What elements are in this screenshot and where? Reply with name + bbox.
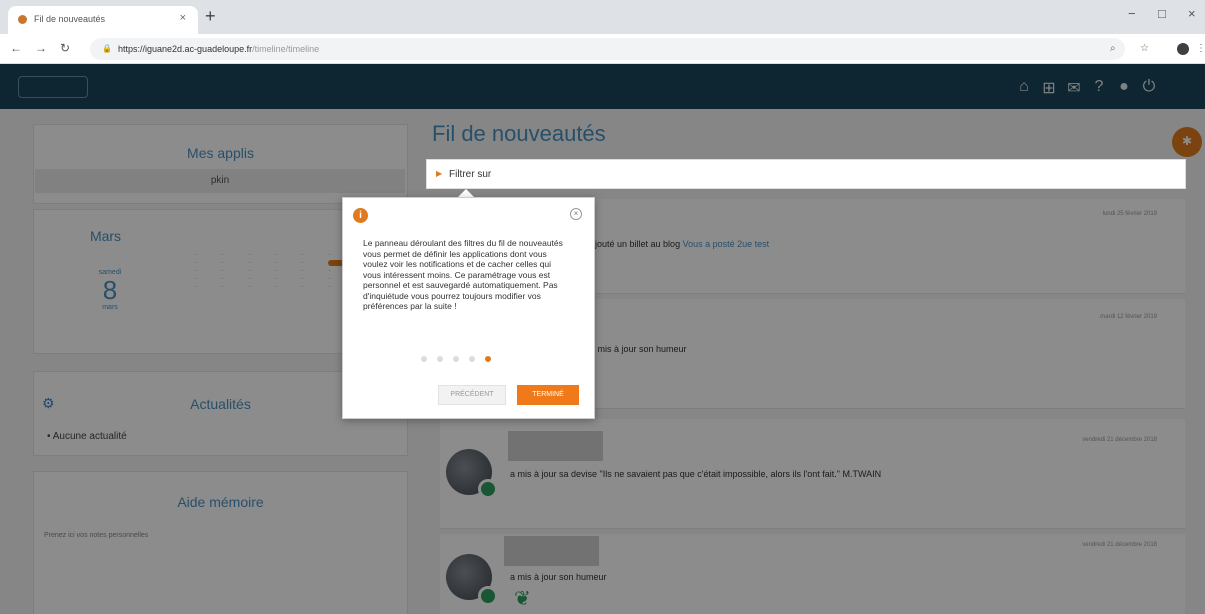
previous-button[interactable]: PRÉCÉDENT	[438, 385, 506, 405]
step-dot[interactable]	[421, 356, 427, 362]
step-dot[interactable]	[469, 356, 475, 362]
info-icon: i	[353, 208, 368, 223]
url-host: https://iguane2d.ac-guadeloupe.fr	[118, 44, 253, 54]
forward-arrow-icon[interactable]: →	[35, 41, 47, 55]
tutorial-popup: i × Le panneau déroulant des filtres du …	[342, 197, 595, 419]
url-path: /timeline/timeline	[252, 44, 320, 54]
step-indicator	[421, 356, 491, 362]
minimize-button[interactable]: −	[1128, 6, 1136, 21]
back-arrow-icon[interactable]: ←	[10, 41, 22, 55]
favicon-icon	[18, 15, 27, 24]
url-input[interactable]: 🔒 https://iguane2d.ac-guadeloupe.fr/time…	[90, 38, 1125, 60]
browser-tab[interactable]: Fil de nouveautés ×	[8, 6, 198, 34]
tab-title: Fil de nouveautés	[34, 14, 106, 24]
tutorial-overlay[interactable]	[0, 64, 1205, 614]
tab-close-button[interactable]: ×	[180, 12, 186, 24]
step-dot[interactable]	[453, 356, 459, 362]
star-icon[interactable]: ☆	[1140, 43, 1149, 54]
tutorial-text: Le panneau déroulant des filtres du fil …	[363, 238, 563, 311]
step-dot-active[interactable]	[485, 356, 491, 362]
step-dot[interactable]	[437, 356, 443, 362]
new-tab-button[interactable]: +	[205, 6, 216, 27]
profile-avatar[interactable]	[1177, 43, 1189, 55]
close-window-button[interactable]: ×	[1188, 6, 1196, 21]
browser-menu-icon[interactable]: ⋮	[1196, 43, 1205, 54]
reload-icon[interactable]: ↻	[60, 41, 70, 55]
filter-bar-highlight[interactable]: ▶ Filtrer sur	[426, 159, 1186, 189]
finish-button[interactable]: TERMINÉ	[517, 385, 579, 405]
popup-arrow	[458, 189, 474, 197]
browser-tab-bar: Fil de nouveautés × + − □ ×	[0, 0, 1205, 34]
caret-right-icon: ▶	[436, 169, 443, 178]
zoom-icon[interactable]: ⌕	[1110, 43, 1116, 54]
maximize-button[interactable]: □	[1158, 6, 1166, 21]
filter-label: Filtrer sur	[449, 169, 492, 180]
address-bar-row: ← → ↻ 🔒 https://iguane2d.ac-guadeloupe.f…	[0, 34, 1205, 64]
close-icon[interactable]: ×	[570, 208, 582, 220]
lock-icon: 🔒	[102, 44, 112, 53]
